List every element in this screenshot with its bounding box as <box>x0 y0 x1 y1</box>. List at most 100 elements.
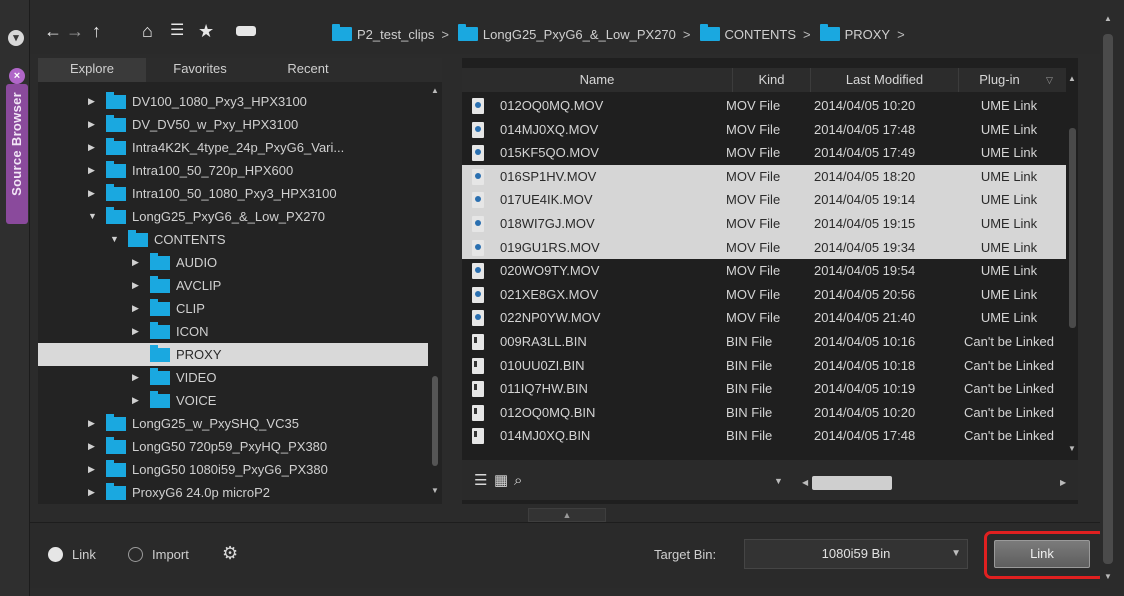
file-row[interactable]: 009RA3LL.BIN BIN File 2014/04/05 10:16 Can'… <box>462 330 1066 354</box>
collapsed-arrow-icon[interactable]: ▶ <box>132 251 142 274</box>
forward-icon[interactable]: → <box>66 22 84 40</box>
tree-item[interactable]: ▶ VIDEO <box>38 366 428 389</box>
collapsed-arrow-icon[interactable]: ▶ <box>132 366 142 389</box>
back-icon[interactable]: ← <box>44 22 62 40</box>
horizontal-scrollbar[interactable]: ◀ ▶ <box>802 476 1072 490</box>
collapsed-arrow-icon[interactable]: ▶ <box>88 159 98 182</box>
breadcrumb-item[interactable]: LongG25_PxyG6_&_Low_PX270 <box>457 24 676 42</box>
tree-item[interactable]: PROXY <box>38 343 428 366</box>
file-row[interactable]: 012OQ0MQ.BIN BIN File 2014/04/05 10:20 Can'… <box>462 401 1066 425</box>
scroll-down-arrow-icon[interactable]: ▼ <box>1068 444 1076 453</box>
file-row[interactable]: 018WI7GJ.MOV MOV File 2014/04/05 19:15 UME … <box>462 212 1066 236</box>
file-row[interactable]: 011IQ7HW.BIN BIN File 2014/04/05 10:19 Can'… <box>462 377 1066 401</box>
collapsed-arrow-icon[interactable]: ▶ <box>88 113 98 136</box>
collapsed-arrow-icon[interactable]: ▶ <box>88 182 98 205</box>
collapsed-arrow-icon[interactable]: ▶ <box>88 136 98 159</box>
breadcrumb-item[interactable]: CONTENTS <box>699 24 796 42</box>
column-header-last-modified[interactable]: Last Modified <box>810 68 958 92</box>
tree-item[interactable]: ▶ VOICE <box>38 389 428 412</box>
tree-item[interactable]: ▼ LongG25_PxyG6_&_Low_PX270 <box>38 205 428 228</box>
collapsed-arrow-icon[interactable]: ▶ <box>132 274 142 297</box>
tree-item[interactable]: ▶ Intra100_50_720p_HPX600 <box>38 159 428 182</box>
file-row[interactable]: 021XE8GX.MOV MOV File 2014/04/05 20:56 UME … <box>462 283 1066 307</box>
link-button[interactable]: Link <box>994 540 1090 568</box>
scroll-left-arrow-icon[interactable]: ◀ <box>802 478 808 487</box>
file-row[interactable]: 014MJ0XQ.BIN BIN File 2014/04/05 17:48 Can'… <box>462 424 1066 448</box>
file-kind: BIN File <box>726 381 773 397</box>
collapsed-arrow-icon[interactable]: ▶ <box>132 297 142 320</box>
tree-item[interactable]: ▶ ICON <box>38 320 428 343</box>
window-menu-icon[interactable]: ▾ <box>8 30 24 46</box>
collapsed-arrow-icon[interactable]: ▶ <box>88 90 98 113</box>
scroll-right-arrow-icon[interactable]: ▶ <box>1060 478 1066 487</box>
column-menu-icon[interactable]: ▽ <box>1046 68 1053 92</box>
home-icon[interactable]: ⌂ <box>142 22 153 40</box>
tab-explore[interactable]: Explore <box>38 58 146 82</box>
file-list-scrollbar[interactable]: ▲ ▼ <box>1066 68 1078 468</box>
file-plugin: Can't be Linked <box>964 381 1054 397</box>
drive-icon[interactable] <box>236 26 256 36</box>
tree-item[interactable]: ▶ CLIP <box>38 297 428 320</box>
collapsed-arrow-icon[interactable]: ▶ <box>88 481 98 502</box>
file-row[interactable]: 016SP1HV.MOV MOV File 2014/04/05 18:20 UME … <box>462 164 1066 189</box>
file-row[interactable]: 015KF5QO.MOV MOV File 2014/04/05 17:49 UME … <box>462 141 1066 165</box>
tree-scrollbar[interactable]: ▲ ▼ <box>430 86 440 500</box>
tree-item[interactable]: ▶ LongG50 1080i59_PxyG6_PX380 <box>38 458 428 481</box>
window-scroll-thumb[interactable] <box>1103 34 1113 564</box>
favorites-star-icon[interactable]: ★ <box>198 22 214 40</box>
tree-item[interactable]: ▶ ProxyG6 24.0p microP2 <box>38 481 428 502</box>
tree-item[interactable]: ▶ LongG25_w_PxySHQ_VC35 <box>38 412 428 435</box>
tree-item[interactable]: ▶ LongG50 720p59_PxyHQ_PX380 <box>38 435 428 458</box>
scroll-up-arrow-icon[interactable]: ▲ <box>431 86 439 95</box>
collapsed-arrow-icon[interactable]: ▶ <box>132 389 142 412</box>
import-radio[interactable] <box>128 547 143 562</box>
list-view-icon[interactable]: ☰ <box>474 473 487 488</box>
file-scroll-thumb[interactable] <box>1069 128 1076 328</box>
tab-favorites[interactable]: Favorites <box>146 58 254 82</box>
tree-scroll-thumb[interactable] <box>432 376 438 466</box>
tree-item[interactable]: ▶ DV_DV50_w_Pxy_HPX3100 <box>38 113 428 136</box>
tree-item[interactable]: ▶ DV100_1080_Pxy3_HPX3100 <box>38 90 428 113</box>
scroll-up-arrow-icon[interactable]: ▲ <box>1068 74 1076 83</box>
file-row[interactable]: 017UE4IK.MOV MOV File 2014/04/05 19:14 UME … <box>462 188 1066 212</box>
horizontal-scroll-thumb[interactable] <box>812 476 892 490</box>
view-options-dropdown-icon[interactable]: ▼ <box>774 476 783 486</box>
window-scrollbar[interactable]: ▲ ▼ <box>1100 0 1116 590</box>
tree-item[interactable]: ▶ Intra100_50_1080_Pxy3_HPX3100 <box>38 182 428 205</box>
collapsed-arrow-icon[interactable]: ▶ <box>88 412 98 435</box>
gear-icon[interactable]: ⚙ <box>222 543 238 564</box>
column-header-plugin[interactable]: Plug-in <box>958 68 1040 92</box>
expanded-arrow-icon[interactable]: ▼ <box>88 205 98 228</box>
up-icon[interactable]: ↑ <box>92 22 101 40</box>
breadcrumb-item[interactable]: P2_test_clips <box>332 24 434 42</box>
file-row[interactable]: 022NP0YW.MOV MOV File 2014/04/05 21:40 UME … <box>462 306 1066 330</box>
scroll-down-arrow-icon[interactable]: ▼ <box>431 486 439 495</box>
file-row[interactable]: 019GU1RS.MOV MOV File 2014/04/05 19:34 UME … <box>462 235 1066 260</box>
tree-item[interactable]: ▼ CONTENTS <box>38 228 428 251</box>
file-row[interactable]: 012OQ0MQ.MOV MOV File 2014/04/05 10:20 UME … <box>462 94 1066 118</box>
file-row[interactable]: 020WO9TY.MOV MOV File 2014/04/05 19:54 UME … <box>462 259 1066 283</box>
link-radio[interactable] <box>48 547 63 562</box>
scroll-down-arrow-icon[interactable]: ▼ <box>1104 572 1112 581</box>
file-row[interactable]: 010UU0ZI.BIN BIN File 2014/04/05 10:18 Can'… <box>462 354 1066 378</box>
tree-item[interactable]: ▶ Intra4K2K_4type_24p_PxyG6_Vari... <box>38 136 428 159</box>
column-header-kind[interactable]: Kind <box>732 68 810 92</box>
scroll-up-arrow-icon[interactable]: ▲ <box>1104 14 1112 23</box>
tree-item[interactable]: ▶ AUDIO <box>38 251 428 274</box>
thumbnail-view-icon[interactable]: ▦ <box>494 473 508 488</box>
target-bin-select[interactable]: 1080i59 Bin ▼ <box>744 539 968 569</box>
column-header-name[interactable]: Name <box>462 68 732 92</box>
collapse-panel-icon[interactable]: ▲ <box>528 508 606 522</box>
collapsed-arrow-icon[interactable]: ▶ <box>88 458 98 481</box>
source-browser-panel-tab[interactable]: × Source Browser <box>6 68 28 224</box>
file-row[interactable]: 014MJ0XQ.MOV MOV File 2014/04/05 17:48 UME … <box>462 118 1066 142</box>
collapsed-arrow-icon[interactable]: ▶ <box>132 320 142 343</box>
expanded-arrow-icon[interactable]: ▼ <box>110 228 120 251</box>
close-panel-icon[interactable]: × <box>9 68 25 84</box>
search-icon[interactable]: ⌕ <box>514 473 522 488</box>
breadcrumb-item[interactable]: PROXY <box>819 24 890 42</box>
collapsed-arrow-icon[interactable]: ▶ <box>88 435 98 458</box>
tree-view-icon[interactable]: ☰ <box>170 22 184 40</box>
tree-item[interactable]: ▶ AVCLIP <box>38 274 428 297</box>
tab-recent[interactable]: Recent <box>254 58 362 82</box>
